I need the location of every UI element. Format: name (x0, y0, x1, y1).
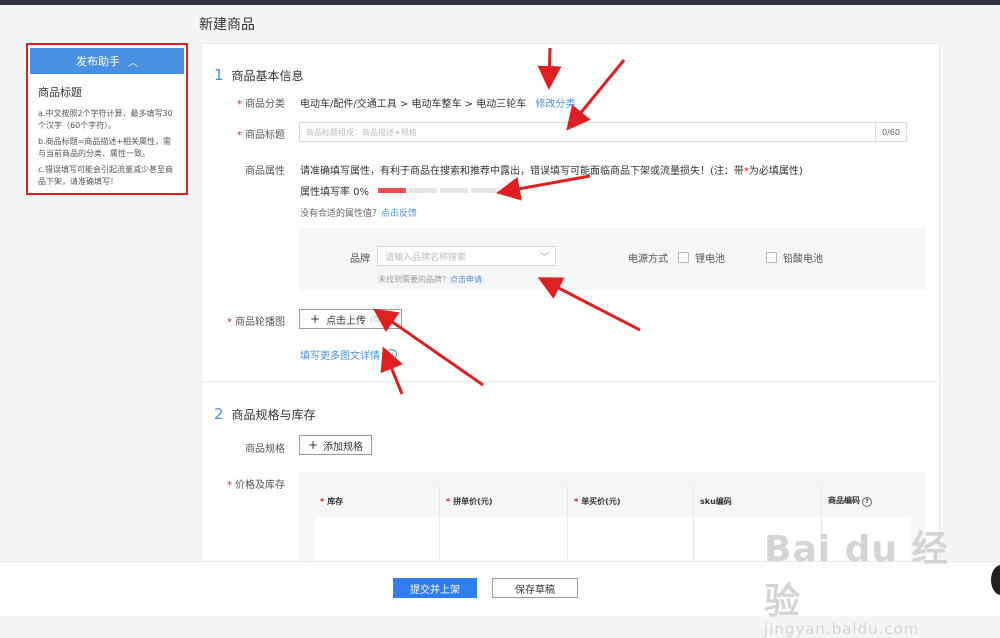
table-header-row: * 库存 * 拼单价(元) * 单买价(元) sku编码 商品编码? (314, 485, 911, 517)
feedback-link[interactable]: 点击反馈 (381, 209, 417, 219)
col-stock: * 库存 (314, 485, 440, 517)
brand-label: 品牌 (350, 254, 370, 265)
checkbox-lead-acid[interactable]: 铅酸电池 (766, 250, 823, 265)
no-attribute-feedback: 没有合适的属性值？点击反馈 (300, 209, 418, 219)
attributes-tip: 请准确填写属性，有利于商品在搜索和推荐中露出，错误填写可能面临商品下架或流量损失… (300, 166, 803, 177)
save-draft-button[interactable]: 保存草稿 (492, 578, 578, 598)
fill-rate-label: 属性填写率 0% (300, 187, 370, 198)
col-product-code: 商品编码? (821, 485, 911, 517)
fill-rate-segment (409, 188, 438, 193)
category-label: * 商品分类 (237, 99, 285, 110)
product-title-label: * 商品标题 (237, 130, 285, 141)
more-details-link[interactable]: 填写更多图文详情 v (300, 347, 397, 362)
upload-count: (0/10) (370, 314, 395, 324)
watermark-logo: Bai du 经验 (764, 529, 949, 622)
title-char-counter: 0/60 (875, 123, 906, 141)
helper-tip-b: b.商品标题=商品描述+相关属性，需与当前商品的分类、属性一致。 (38, 137, 172, 158)
publish-helper-panel: 发布助手 ︿ 商品标题 a.中文按照2个字符计算，最多填写30个汉字（60个字符… (26, 43, 188, 195)
fill-rate-segment (440, 188, 469, 193)
checkbox-box (678, 252, 689, 263)
publish-helper-toggle[interactable]: 发布助手 ︿ (30, 48, 184, 74)
section-basic-info-title: 1 商品基本信息 (214, 66, 304, 84)
watermark-url: jingyan.baidu.com (764, 620, 920, 638)
plus-icon: + (308, 438, 319, 452)
fill-rate-segment (378, 188, 407, 193)
col-group-price: * 拼单价(元) (439, 485, 568, 517)
cell-stock (314, 517, 440, 561)
attributes-label: 商品属性 (245, 166, 285, 177)
plus-icon: + (310, 312, 321, 326)
baidu-jingyan-watermark: Bai du 经验 jingyan.baidu.com (764, 520, 976, 638)
page-title: 新建商品 (199, 17, 255, 33)
checkbox-box (766, 252, 777, 263)
brand-select[interactable]: 请输入品牌名称搜索 ﹀ (377, 246, 556, 266)
helper-tip-c: c.错误填写可能会引起流量减少甚至商品下架，请准确填写！ (38, 165, 173, 186)
category-path: 电动车/配件/交通工具 > 电动车整车 > 电动三轮车 修改分类 (300, 99, 576, 110)
apply-brand-link[interactable]: 点击申请 (450, 275, 482, 284)
add-spec-button[interactable]: + 添加规格 (299, 435, 372, 455)
submit-button[interactable]: 提交并上架 (393, 578, 477, 598)
helper-section-title: 商品标题 (38, 86, 82, 99)
checkbox-lithium[interactable]: 锂电池 (678, 250, 725, 265)
upload-button[interactable]: + 点击上传 (0/10) (299, 309, 402, 329)
fill-rate-segment (471, 188, 500, 193)
fill-rate-bar (375, 185, 500, 196)
chevron-down-circle-icon: v (386, 349, 397, 360)
top-bar (0, 0, 1000, 5)
product-title-input[interactable] (300, 123, 875, 141)
col-sku-code: sku编码 (693, 485, 822, 517)
cell-group-price (439, 517, 568, 561)
price-stock-label: * 价格及库存 (227, 480, 285, 491)
question-icon: ? (862, 497, 872, 507)
power-type-label: 电源方式 (628, 254, 668, 265)
publish-helper-label: 发布助手 (76, 55, 120, 68)
carousel-label: * 商品轮播图 (227, 317, 285, 328)
edit-category-link[interactable]: 修改分类 (535, 99, 575, 110)
cell-single-price (567, 517, 694, 561)
fill-rate-level: 低 (507, 187, 518, 198)
product-title-field: 0/60 (299, 122, 907, 142)
section-spec-stock-title: 2 商品规格与库存 (214, 405, 316, 423)
spec-label: 商品规格 (245, 444, 285, 455)
brand-not-found: 未找到需要的品牌？点击申请 (378, 275, 482, 284)
section-divider (201, 381, 940, 382)
attribute-fill-rate: 属性填写率 0% 低 (300, 183, 517, 198)
helper-tip-a: a.中文按照2个字符计算，最多填写30个汉字（60个字符）。 (38, 109, 173, 130)
chevron-down-icon: ﹀ (539, 253, 549, 263)
col-single-price: * 单买价(元) (567, 485, 694, 517)
chevron-up-icon: ︿ (128, 57, 138, 69)
